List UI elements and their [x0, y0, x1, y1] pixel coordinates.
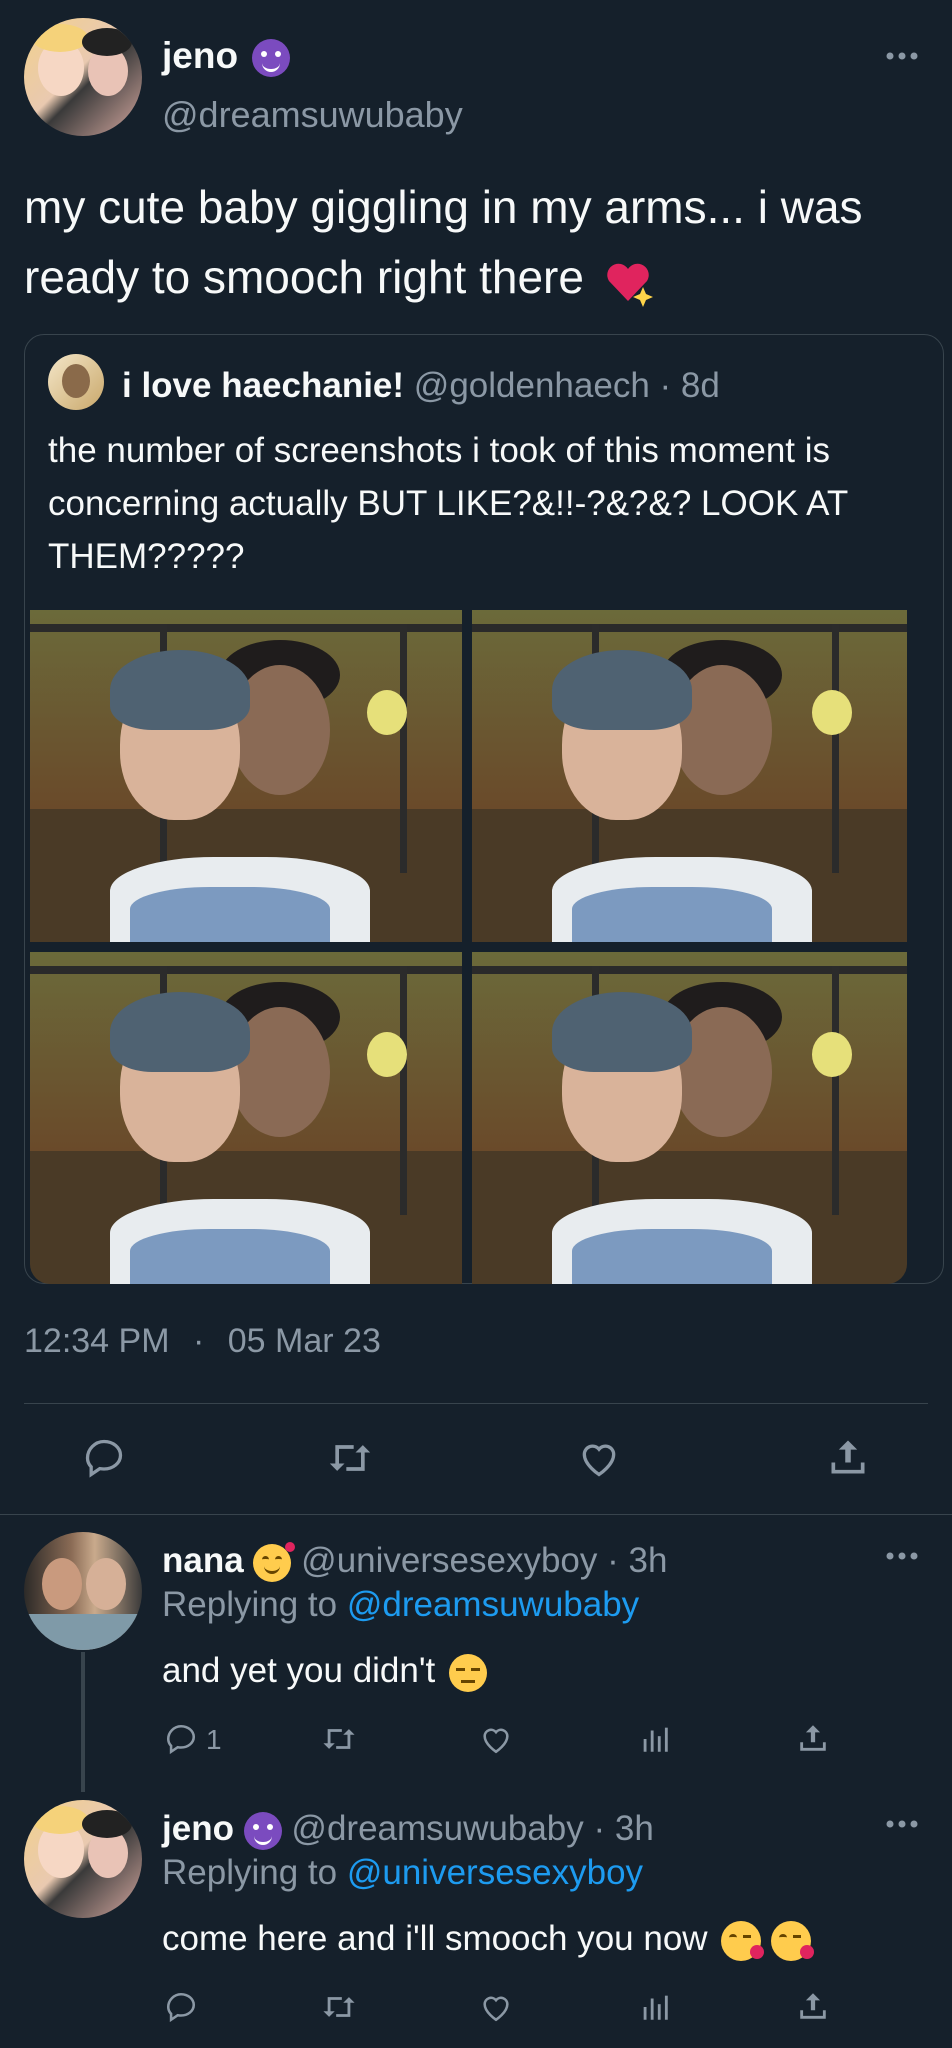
author-handle[interactable]: @dreamsuwubaby — [162, 94, 463, 136]
reply-2-header[interactable]: jeno @dreamsuwubaby · 3h — [162, 1808, 654, 1850]
replying-to-label: Replying to — [162, 1853, 338, 1892]
analytics-icon[interactable] — [638, 1990, 672, 2024]
quoted-tweet-text: the number of screenshots i took of this… — [48, 431, 848, 576]
thread-line — [81, 1652, 85, 1792]
reply-icon[interactable] — [82, 1436, 126, 1480]
like-icon[interactable] — [478, 1990, 514, 2024]
more-dots-icon[interactable] — [884, 1550, 920, 1562]
quoted-tweet-age: · 8d — [659, 366, 720, 405]
face-blowing-kiss-emoji — [721, 1920, 765, 1961]
reply-1-mention[interactable]: @dreamsuwubaby — [347, 1585, 639, 1624]
like-icon[interactable] — [478, 1722, 514, 1756]
replying-to-label: Replying to — [162, 1585, 338, 1624]
reply-2-text: come here and i'll smooch you now — [162, 1919, 708, 1958]
like-icon[interactable] — [576, 1436, 622, 1480]
author-name-row[interactable]: jeno — [162, 34, 291, 78]
quoted-author-name[interactable]: i love haechanie! — [122, 366, 404, 405]
reply-1-header[interactable]: nana @universesexyboy · 3h — [162, 1540, 667, 1582]
reply-2-age: · 3h — [593, 1809, 654, 1848]
reply-2-mention[interactable]: @universesexyboy — [347, 1853, 643, 1892]
reply-2-avatar[interactable] — [24, 1800, 142, 1918]
reply-1-avatar[interactable] — [24, 1532, 142, 1650]
media-photo-4[interactable] — [472, 952, 907, 1284]
quoted-author-handle[interactable]: @goldenhaech — [414, 366, 650, 405]
face-blowing-kiss-emoji — [771, 1920, 815, 1961]
share-icon[interactable] — [796, 1988, 830, 2024]
tweet-date: 05 Mar 23 — [227, 1322, 381, 1360]
share-icon[interactable] — [796, 1720, 830, 1756]
reply-1-text-row: and yet you didn't — [162, 1650, 488, 1692]
retweet-icon[interactable] — [320, 1722, 358, 1756]
reply-1-text: and yet you didn't — [162, 1651, 436, 1690]
reply-icon[interactable] — [164, 1722, 198, 1756]
smiling-hearts-emoji — [253, 1541, 296, 1582]
quoted-author-row[interactable]: i love haechanie! @goldenhaech · 8d — [122, 366, 720, 406]
divider — [0, 1514, 952, 1515]
media-photo-2[interactable] — [472, 610, 907, 942]
smiling-devil-emoji — [243, 1811, 282, 1850]
quoted-media-grid[interactable] — [30, 610, 907, 1284]
reply-1-reply-count: 1 — [206, 1724, 222, 1755]
share-icon[interactable] — [826, 1434, 870, 1480]
more-dots-icon[interactable] — [884, 1818, 920, 1830]
tweet-timestamp-row: 12:34 PM · 05 Mar 23 — [24, 1322, 381, 1360]
unamused-face-emoji — [449, 1653, 488, 1692]
retweet-icon[interactable] — [326, 1436, 374, 1480]
reply-2-name[interactable]: jeno — [162, 1809, 234, 1848]
smiling-devil-emoji — [252, 39, 291, 78]
more-dots-icon[interactable] — [884, 50, 920, 62]
media-photo-3[interactable] — [30, 952, 462, 1284]
quoted-author-avatar[interactable] — [48, 354, 104, 410]
retweet-icon[interactable] — [320, 1990, 358, 2024]
tweet-text: my cute baby giggling in my arms... i wa… — [24, 181, 863, 303]
reply-1-age: · 3h — [607, 1541, 668, 1580]
reply-1-name[interactable]: nana — [162, 1541, 244, 1580]
tweet-text-block: my cute baby giggling in my arms... i wa… — [24, 172, 904, 312]
analytics-icon[interactable] — [638, 1722, 672, 1756]
reply-icon[interactable] — [164, 1990, 198, 2024]
reply-2-replying-to-row: Replying to @universesexyboy — [162, 1852, 643, 1894]
reply-2-text-row: come here and i'll smooch you now — [162, 1918, 815, 1961]
sparkling-heart-emoji — [603, 256, 653, 307]
divider — [24, 1403, 928, 1404]
tweet-time: 12:34 PM — [24, 1322, 170, 1360]
reply-1-handle[interactable]: @universesexyboy — [301, 1541, 597, 1580]
reply-2-handle[interactable]: @dreamsuwubaby — [291, 1809, 583, 1848]
media-photo-1[interactable] — [30, 610, 462, 942]
reply-1-replying-to-row: Replying to @dreamsuwubaby — [162, 1584, 639, 1626]
author-avatar[interactable] — [24, 18, 142, 136]
author-display-name[interactable]: jeno — [162, 35, 238, 76]
